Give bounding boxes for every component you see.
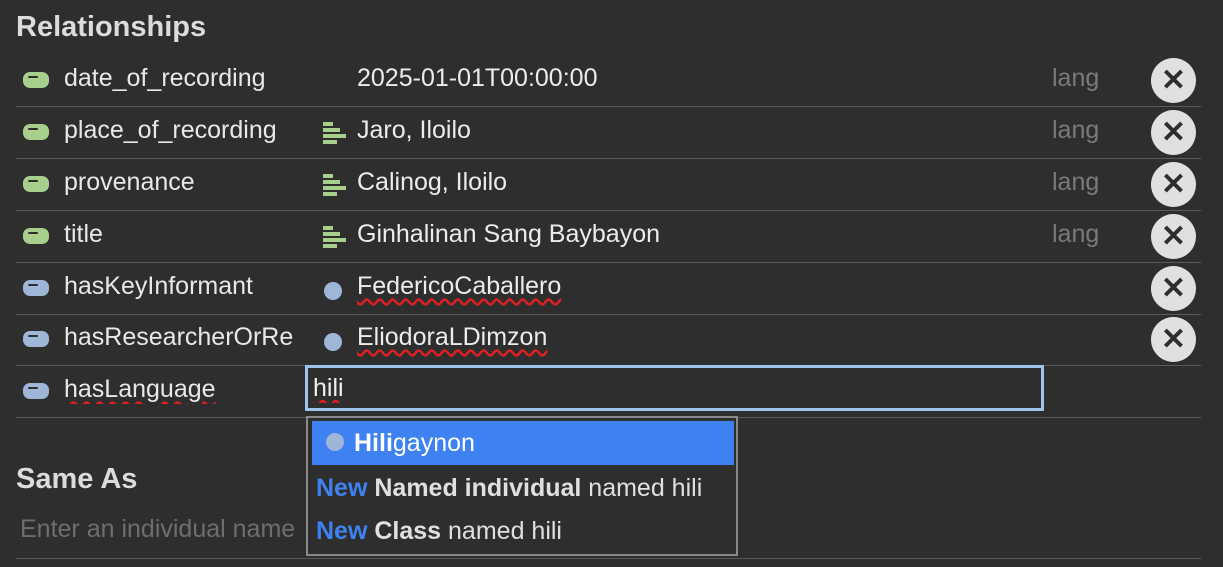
object-property-icon <box>23 280 49 296</box>
property-name[interactable]: title <box>64 220 308 249</box>
new-class-option[interactable]: New Class named hili <box>312 509 734 553</box>
individual-value[interactable]: FedericoCaballero <box>357 272 561 301</box>
value-input[interactable] <box>305 365 1044 411</box>
property-name[interactable]: date_of_recording <box>64 64 308 93</box>
literal-value[interactable]: Ginhalinan Sang Baybayon <box>357 220 660 249</box>
text-literal-icon <box>322 120 348 146</box>
relationship-row-title: title Ginhalinan Sang Baybayon lang ✕ <box>16 211 1201 263</box>
property-name[interactable]: provenance <box>64 168 308 197</box>
relationship-row-has-key-informant: hasKeyInformant FedericoCaballero ✕ <box>16 263 1201 315</box>
new-keyword: New <box>316 474 368 502</box>
option-suffix: named hili <box>448 517 562 545</box>
individual-dot-icon <box>324 333 342 351</box>
object-property-icon <box>23 383 49 399</box>
data-property-icon <box>23 72 49 88</box>
close-icon: ✕ <box>1160 64 1187 97</box>
delete-button[interactable]: ✕ <box>1151 266 1196 311</box>
lang-field[interactable]: lang <box>1052 220 1099 249</box>
delete-button[interactable]: ✕ <box>1151 58 1196 103</box>
close-icon: ✕ <box>1160 116 1187 149</box>
property-name[interactable]: hasKeyInformant <box>64 272 308 301</box>
same-as-input[interactable]: Enter an individual name <box>20 515 295 544</box>
property-name[interactable]: hasResearcherOrRe <box>64 323 308 352</box>
data-property-icon <box>23 176 49 192</box>
close-icon: ✕ <box>1160 272 1187 305</box>
close-icon: ✕ <box>1160 323 1187 356</box>
entity-kind: Named individual <box>374 474 582 502</box>
same-as-underline <box>16 558 1201 559</box>
property-name[interactable]: place_of_recording <box>64 116 308 145</box>
entity-kind: Class <box>374 517 442 545</box>
individual-dot-icon <box>324 282 342 300</box>
property-name[interactable]: hasLanguage <box>64 375 308 404</box>
same-as-heading: Same As <box>16 463 138 495</box>
relationship-row-has-researcher: hasResearcherOrRe EliodoraLDimzon ✕ <box>16 314 1201 366</box>
suggestion-match: Hili <box>354 429 393 457</box>
autocomplete-dropdown: Hiligaynon New Named individual named hi… <box>306 416 738 556</box>
individual-dot-icon <box>326 433 344 452</box>
relationship-row-place-of-recording: place_of_recording Jaro, Iloilo lang ✕ <box>16 107 1201 159</box>
individual-value[interactable]: EliodoraLDimzon <box>357 323 547 352</box>
delete-button[interactable]: ✕ <box>1151 317 1196 362</box>
relationship-row-date-of-recording: date_of_recording 2025-01-01T00:00:00 la… <box>16 55 1201 107</box>
data-property-icon <box>23 124 49 140</box>
option-suffix: named hili <box>588 474 703 502</box>
data-property-icon <box>23 228 49 244</box>
close-icon: ✕ <box>1160 220 1187 253</box>
new-keyword: New <box>316 517 368 545</box>
text-literal-icon <box>322 224 348 250</box>
new-named-individual-option[interactable]: New Named individual named hili <box>312 466 734 510</box>
relationships-heading: Relationships <box>16 11 207 43</box>
lang-field[interactable]: lang <box>1052 168 1099 197</box>
literal-value[interactable]: Calinog, Iloilo <box>357 168 507 197</box>
literal-value[interactable]: 2025-01-01T00:00:00 <box>357 64 597 93</box>
close-icon: ✕ <box>1160 168 1187 201</box>
object-property-icon <box>23 331 49 347</box>
suggestion-higaynon[interactable]: Hiligaynon <box>312 421 734 465</box>
delete-button[interactable]: ✕ <box>1151 214 1196 259</box>
relationship-row-provenance: provenance Calinog, Iloilo lang ✕ <box>16 159 1201 211</box>
lang-field[interactable]: lang <box>1052 64 1099 93</box>
text-literal-icon <box>322 172 348 198</box>
suggestion-rest: gaynon <box>392 429 475 457</box>
lang-field[interactable]: lang <box>1052 116 1099 145</box>
delete-button[interactable]: ✕ <box>1151 162 1196 207</box>
relationship-row-has-language: hasLanguage <box>16 365 1201 418</box>
delete-button[interactable]: ✕ <box>1151 110 1196 155</box>
literal-value[interactable]: Jaro, Iloilo <box>357 116 471 145</box>
